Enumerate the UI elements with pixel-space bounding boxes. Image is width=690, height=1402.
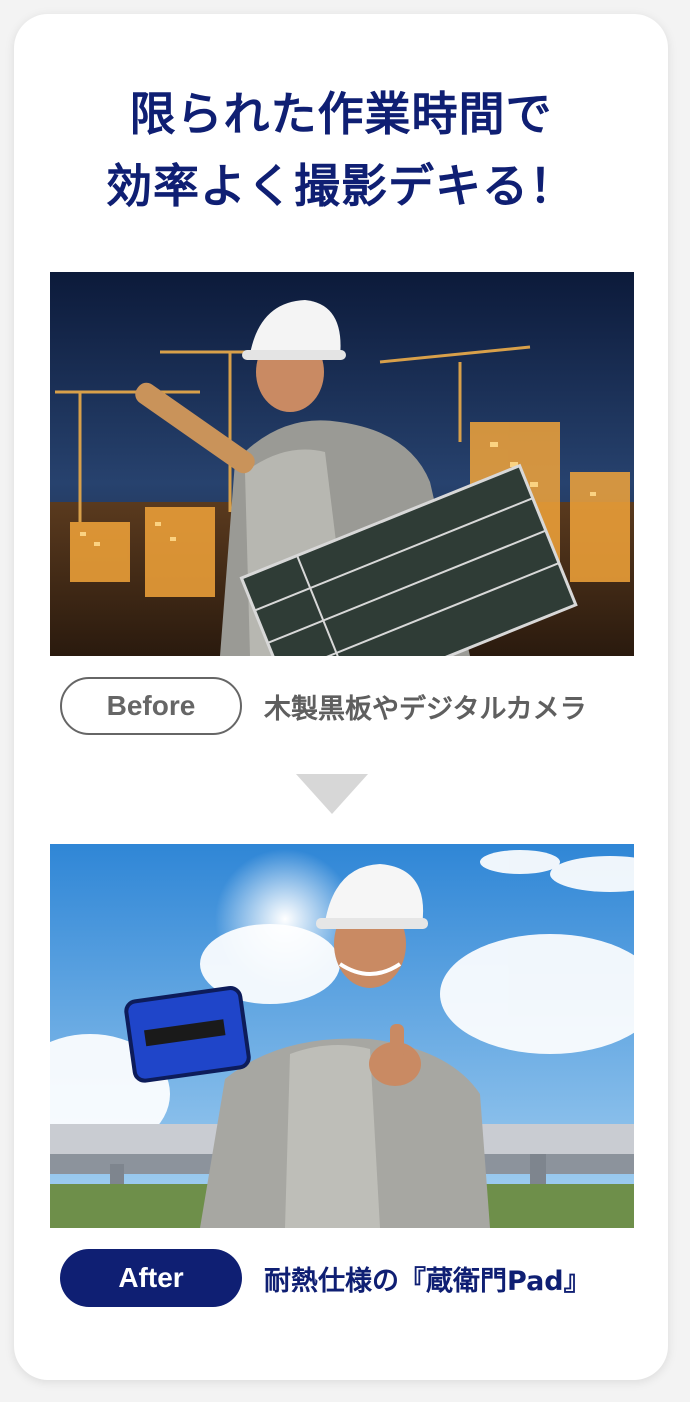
- after-photo: [50, 844, 634, 1228]
- after-photo-illustration: [50, 844, 634, 1228]
- headline-line-2: 効率よく撮影デキる！: [106, 159, 576, 213]
- headline: 限られた作業時間で 効率よく撮影デキる！: [14, 78, 668, 222]
- headline-line-1: 限られた作業時間で: [129, 87, 553, 141]
- before-photo-illustration: [50, 272, 634, 656]
- before-caption: 木製黒板やデジタルカメラ: [264, 693, 587, 725]
- before-photo: [50, 272, 634, 656]
- before-pill: Before: [60, 677, 242, 735]
- after-pill: After: [60, 1249, 242, 1307]
- after-row: After 耐熱仕様の『蔵衛門Pad』: [60, 1248, 630, 1308]
- after-caption: 耐熱仕様の『蔵衛門Pad』: [264, 1265, 591, 1297]
- down-arrow-icon: [296, 774, 368, 814]
- before-row: Before 木製黒板やデジタルカメラ: [60, 676, 630, 736]
- comparison-card: 限られた作業時間で 効率よく撮影デキる！ Before 木製黒板やデジタルカメラ…: [14, 14, 668, 1380]
